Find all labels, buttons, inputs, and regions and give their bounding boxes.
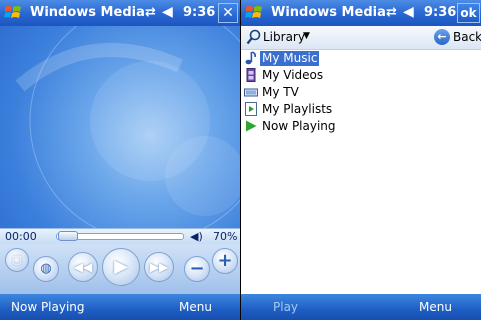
ok-button[interactable]: ok [457, 3, 480, 23]
playback-controls: ▢ ◍ ◀◀ ▶ ▶▶ − + [0, 244, 240, 294]
list-item-label: My TV [262, 85, 299, 99]
film-icon [246, 68, 256, 82]
music-note-icon [245, 51, 256, 65]
volume-down-button[interactable]: − [184, 256, 210, 282]
softkey-bar: Now Playing Menu [0, 294, 240, 320]
elapsed-time: 00:00 [5, 230, 37, 243]
playlist-icon [245, 102, 257, 116]
menu-softkey[interactable]: Menu [179, 300, 212, 314]
close-button[interactable]: ✕ [218, 3, 238, 23]
library-screen: Windows Media ⇄ ◀ 9:36 ok Library ▼ ← Ba… [241, 0, 481, 320]
list-item-my-music[interactable]: My Music [241, 50, 481, 67]
back-button[interactable]: Back [453, 30, 481, 44]
speaker-icon[interactable]: ◀ [162, 4, 173, 20]
visualization-area[interactable] [0, 0, 240, 242]
speaker-icon[interactable]: ◀ [403, 4, 414, 20]
internet-icon[interactable]: ◍ [33, 256, 59, 282]
app-title: Windows Media [30, 5, 145, 20]
volume-up-button[interactable]: + [212, 248, 238, 274]
search-icon[interactable] [246, 29, 262, 46]
previous-track-button[interactable]: ◀◀ [68, 252, 98, 282]
connectivity-icon[interactable]: ⇄ [145, 5, 156, 20]
list-item-label: My Videos [262, 68, 324, 82]
connectivity-icon[interactable]: ⇄ [386, 5, 397, 20]
clock[interactable]: 9:36 [183, 5, 215, 20]
back-arrow-icon[interactable]: ← [434, 29, 450, 45]
tv-icon [244, 88, 258, 97]
fullscreen-button[interactable]: ▢ [5, 248, 29, 272]
softkey-bar: Play Menu [241, 294, 481, 320]
seek-row: 00:00 ◀) 70% [0, 228, 240, 244]
list-item-my-playlists[interactable]: My Playlists [241, 101, 481, 118]
menu-softkey[interactable]: Menu [419, 300, 452, 314]
volume-level: 70% [213, 230, 238, 243]
app-title: Windows Media [271, 5, 386, 20]
windows-start-icon[interactable] [3, 3, 23, 23]
volume-icon: ◀) [190, 230, 203, 243]
list-item-label: Now Playing [262, 119, 336, 133]
next-track-button[interactable]: ▶▶ [144, 252, 174, 282]
visualization-art [15, 0, 240, 242]
list-item-label: My Music [260, 51, 320, 66]
play-arrow-icon [246, 120, 257, 132]
clock[interactable]: 9:36 [424, 5, 456, 20]
list-item-label: My Playlists [262, 102, 333, 116]
seek-thumb[interactable] [58, 231, 78, 241]
title-bar: Windows Media ⇄ ◀ 9:36 ✕ [0, 0, 240, 26]
library-dropdown[interactable]: Library [263, 30, 305, 44]
title-bar: Windows Media ⇄ ◀ 9:36 ok [241, 0, 481, 26]
play-button[interactable]: ▶ [102, 248, 140, 286]
list-item-my-tv[interactable]: My TV [241, 84, 481, 101]
player-screen: Windows Media ⇄ ◀ 9:36 ✕ 00:00 ◀) 70% ▢ … [0, 0, 240, 320]
play-softkey[interactable]: Play [273, 300, 298, 314]
chevron-down-icon[interactable]: ▼ [303, 31, 310, 41]
windows-start-icon[interactable] [244, 3, 264, 23]
list-item-my-videos[interactable]: My Videos [241, 67, 481, 84]
now-playing-softkey[interactable]: Now Playing [11, 300, 85, 314]
list-item-now-playing[interactable]: Now Playing [241, 118, 481, 135]
library-header: Library ▼ ← Back [241, 26, 481, 50]
